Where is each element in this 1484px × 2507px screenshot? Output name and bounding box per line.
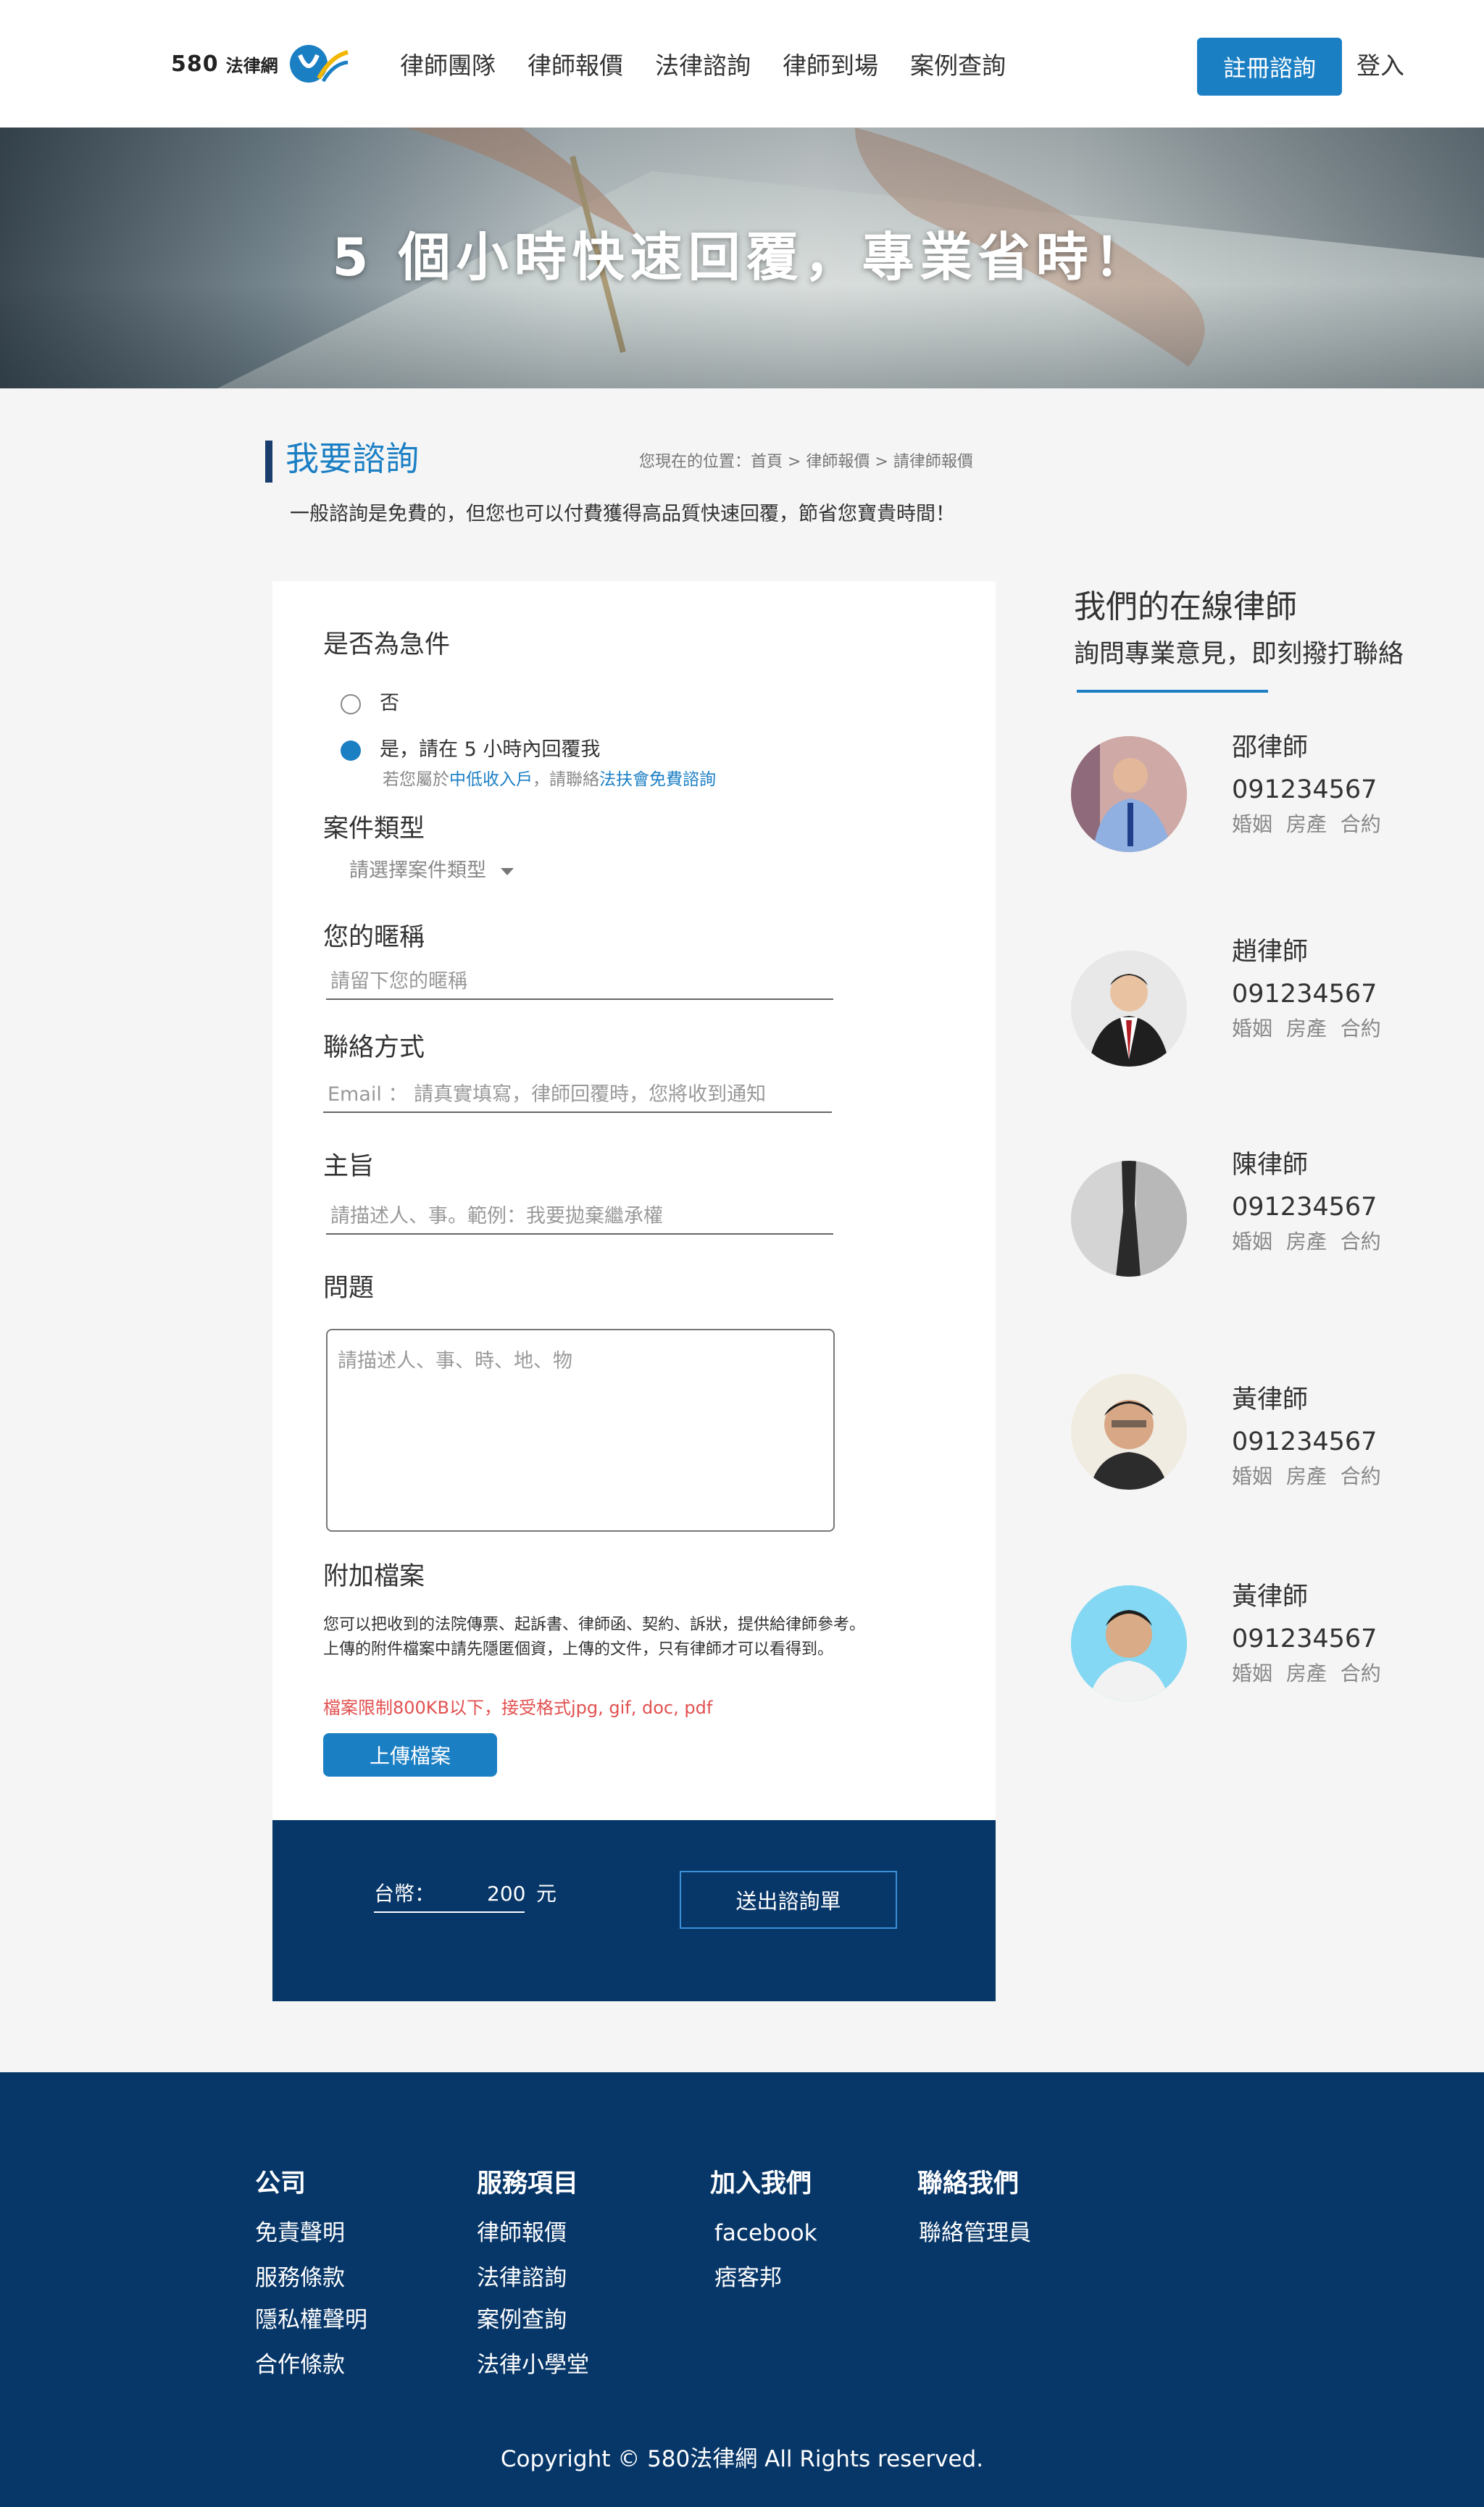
currency-label: 台幣： (374, 1882, 435, 1906)
lawyer-photo (1071, 736, 1187, 852)
case-type-label: 案件類型 (323, 814, 425, 843)
consult-form-card: 是否為急件 否 是，請在 5 小時內回覆我 若您屬於中低收入戶，請聯絡法扶會免費… (272, 581, 996, 1820)
hint-prefix: 若您屬於 (383, 770, 449, 789)
lawyer-tags: 婚姻 房產 合約 (1232, 1464, 1381, 1488)
online-lawyers-title: 我們的在線律師 (1074, 588, 1297, 625)
footer-link-privacy[interactable]: 隱私權聲明 (255, 2304, 367, 2336)
urgent-yes-radio[interactable] (341, 741, 361, 761)
section-title-bar (265, 441, 272, 483)
site-logo[interactable]: 580 法律網 (171, 41, 351, 87)
attachment-desc-2: 上傳的附件檔案中請先隱匿個資，上傳的文件，只有律師才可以看得到。 (323, 1640, 834, 1659)
banner-title: 5 個小時快速回覆，專業省時！ (332, 227, 1152, 288)
footer-link-terms[interactable]: 服務條款 (255, 2262, 345, 2294)
hero-banner: 5 個小時快速回覆，專業省時！ (0, 128, 1484, 388)
footer-heading-services: 服務項目 (477, 2169, 579, 2198)
currency-unit: 元 (536, 1882, 557, 1906)
chevron-down-icon (501, 867, 514, 875)
case-type-select[interactable]: 請選擇案件類型 (349, 856, 514, 885)
contact-email-input[interactable] (323, 1077, 832, 1113)
low-income-hint: 若您屬於中低收入戶，請聯絡法扶會免費諮詢 (383, 768, 716, 791)
footer-heading-join: 加入我們 (710, 2169, 812, 2198)
lawyer-phone[interactable]: 091234567 (1232, 977, 1377, 1011)
online-lawyers-subtitle: 詢問專業意見，即刻撥打聯絡 (1074, 640, 1404, 669)
urgent-label: 是否為急件 (323, 630, 451, 659)
breadcrumb: 您現在的位置：首頁 > 律師報價 > 請律師報價 (639, 453, 973, 471)
lawyer-photo (1071, 1374, 1187, 1490)
submit-consult-button[interactable]: 送出諮詢單 (680, 1871, 897, 1929)
urgent-yes-label[interactable]: 是，請在 5 小時內回覆我 (380, 736, 600, 764)
footer-link-pixnet[interactable]: 痞客邦 (714, 2262, 782, 2294)
main-nav: 律師團隊 律師報價 法律諮詢 律師到場 案例查詢 (400, 46, 1006, 85)
lawyer-avatar[interactable] (1071, 1161, 1187, 1277)
footer-link-facebook[interactable]: facebook (714, 2217, 817, 2249)
lawyer-tags: 婚姻 房產 合約 (1232, 1017, 1381, 1040)
question-label: 問題 (323, 1274, 375, 1303)
lawyer-tags: 婚姻 房產 合約 (1232, 812, 1381, 836)
payment-bar: 台幣： 200 元 送出諮詢單 (272, 1820, 996, 2001)
nav-legal-consult[interactable]: 法律諮詢 (655, 46, 751, 85)
footer-link-contact-admin[interactable]: 聯絡管理員 (919, 2217, 1031, 2249)
case-type-value: 請選擇案件類型 (349, 859, 486, 882)
attachment-label: 附加檔案 (323, 1562, 425, 1591)
logo-number: 580 (171, 51, 219, 77)
attachment-limit-warning: 檔案限制800KB以下，接受格式jpg, gif, doc, pdf (323, 1698, 713, 1718)
footer-link-partnership[interactable]: 合作條款 (255, 2349, 345, 2381)
amount-underline (374, 1911, 525, 1913)
site-header: 580 法律網 律師團隊 律師報價 法律諮詢 律師到場 案例查詢 註冊諮詢 登入 (0, 0, 1484, 128)
lawyer-avatar[interactable] (1071, 951, 1187, 1067)
nav-lawyer-team[interactable]: 律師團隊 (400, 46, 496, 85)
lawyer-avatar[interactable] (1071, 1374, 1187, 1490)
footer-link-case-search[interactable]: 案例查詢 (477, 2304, 567, 2336)
legal-aid-link[interactable]: 法扶會免費諮詢 (599, 770, 716, 789)
subject-label: 主旨 (323, 1152, 375, 1181)
copyright-text: Copyright © 580法律網 All Rights reserved. (500, 2446, 984, 2472)
lawyer-phone[interactable]: 091234567 (1232, 1424, 1377, 1459)
footer-link-legal-school[interactable]: 法律小學堂 (477, 2349, 589, 2381)
subject-input[interactable] (326, 1198, 833, 1235)
upload-file-button[interactable]: 上傳檔案 (323, 1733, 497, 1777)
register-consult-button[interactable]: 註冊諮詢 (1197, 38, 1342, 96)
section-title: 我要諮詢 (285, 439, 419, 478)
lawyer-phone[interactable]: 091234567 (1232, 1622, 1377, 1656)
lawyer-photo (1071, 1161, 1187, 1277)
urgent-no-radio[interactable] (341, 694, 361, 714)
footer-heading-company: 公司 (255, 2169, 307, 2198)
attachment-desc-1: 您可以把收到的法院傳票、起訴書、律師函、契約、訴狀，提供給律師參考。 (323, 1616, 866, 1634)
footer-heading-contact: 聯絡我們 (917, 2169, 1020, 2198)
nav-case-search[interactable]: 案例查詢 (910, 46, 1006, 85)
low-income-link[interactable]: 中低收入戶 (449, 770, 533, 789)
lawyer-avatar[interactable] (1071, 736, 1187, 852)
footer-link-lawyer-quote[interactable]: 律師報價 (477, 2217, 567, 2249)
urgent-no-label[interactable]: 否 (380, 690, 399, 717)
contact-label: 聯絡方式 (323, 1033, 425, 1062)
nav-lawyer-onsite[interactable]: 律師到場 (783, 46, 878, 85)
online-lawyers-underline (1077, 690, 1268, 693)
logo-mark-icon (289, 45, 349, 83)
lawyer-phone[interactable]: 091234567 (1232, 1190, 1377, 1225)
lawyer-photo (1071, 951, 1187, 1067)
logo-name: 法律網 (225, 55, 278, 76)
lawyer-name[interactable]: 黃律師 (1232, 1382, 1308, 1417)
section-intro: 一般諮詢是免費的，但您也可以付費獲得高品質快速回覆，節省您寶貴時間！ (290, 503, 955, 525)
lawyer-tags: 婚姻 房產 合約 (1232, 1230, 1381, 1254)
lawyer-tags: 婚姻 房產 合約 (1232, 1661, 1381, 1685)
amount-value[interactable]: 200 (487, 1880, 525, 1909)
nav-lawyer-quote[interactable]: 律師報價 (528, 46, 623, 85)
lawyer-avatar[interactable] (1071, 1585, 1187, 1701)
hint-mid: ，請聯絡 (533, 770, 599, 789)
nickname-input[interactable] (326, 964, 833, 1000)
question-textarea[interactable] (326, 1329, 835, 1532)
lawyer-name[interactable]: 趙律師 (1232, 935, 1308, 969)
footer-link-legal-consult[interactable]: 法律諮詢 (477, 2262, 567, 2294)
nickname-label: 您的暱稱 (323, 923, 425, 952)
lawyer-name[interactable]: 邵律師 (1232, 730, 1308, 765)
login-link[interactable]: 登入 (1356, 46, 1404, 85)
lawyer-photo (1071, 1585, 1187, 1701)
footer-link-disclaimer[interactable]: 免責聲明 (255, 2217, 345, 2249)
lawyer-name[interactable]: 陳律師 (1232, 1148, 1308, 1182)
lawyer-phone[interactable]: 091234567 (1232, 772, 1377, 807)
lawyer-name[interactable]: 黃律師 (1232, 1580, 1308, 1614)
